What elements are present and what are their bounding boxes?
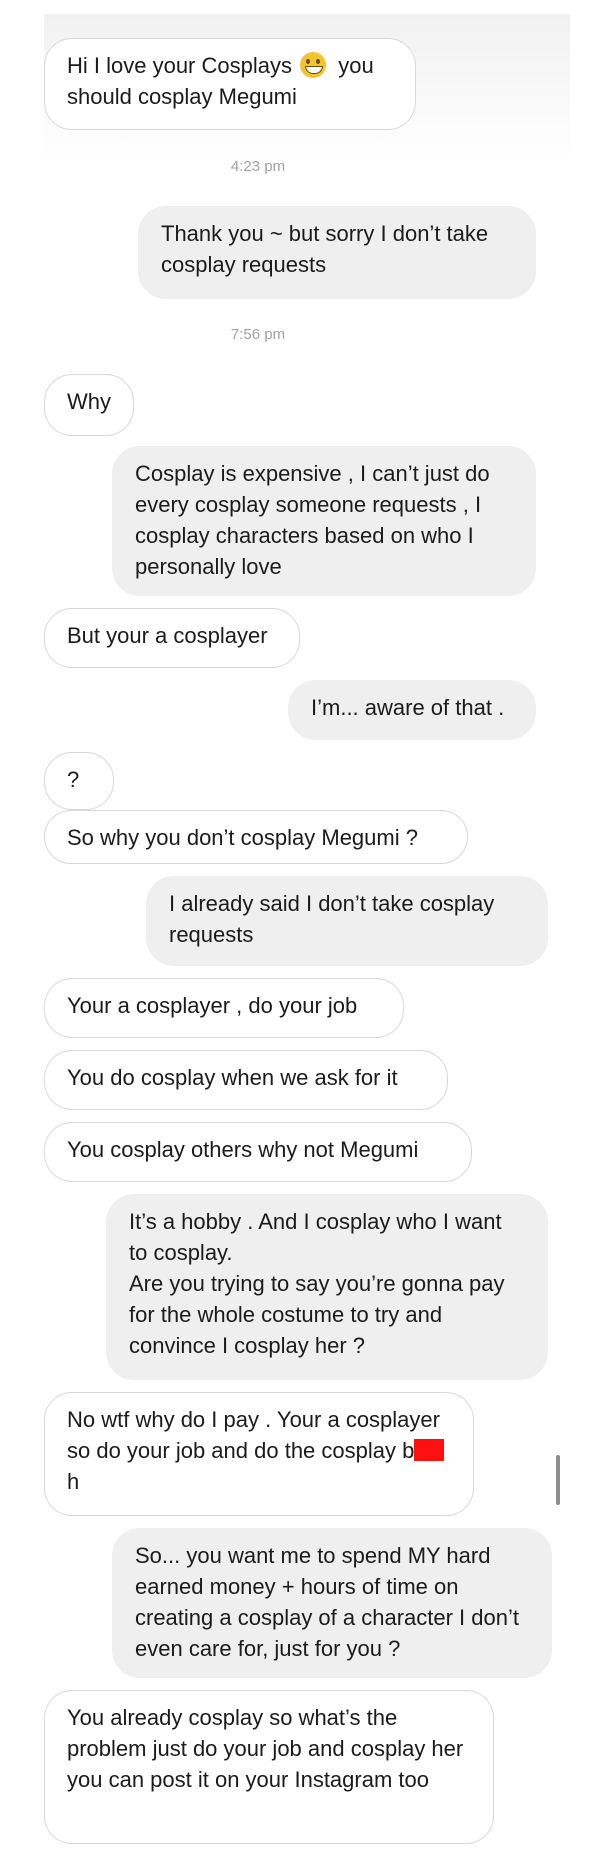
message-text: No wtf why do I pay . Your a cosplayer s… bbox=[67, 1407, 440, 1463]
timestamp: 7:56 pm bbox=[230, 326, 286, 343]
message-outgoing-7[interactable]: I’m... aware of that . bbox=[288, 680, 536, 740]
timestamp: 4:23 pm bbox=[230, 158, 286, 175]
message-text: h bbox=[67, 1469, 80, 1494]
message-incoming-8[interactable]: ? bbox=[44, 752, 114, 810]
message-text: Hi I love your Cosplays bbox=[67, 53, 299, 78]
message-incoming-6[interactable]: But your a cosplayer bbox=[44, 608, 300, 668]
message-incoming-1[interactable]: Hi I love your Cosplays you should cospl… bbox=[44, 38, 416, 130]
grinning-face-emoji-icon bbox=[300, 52, 327, 78]
message-incoming-13[interactable]: You cosplay others why not Megumi bbox=[44, 1122, 472, 1182]
message-outgoing-2[interactable]: Thank you ~ but sorry I don’t take cospl… bbox=[138, 206, 536, 299]
message-incoming-9[interactable]: So why you don’t cosplay Megumi ? bbox=[44, 810, 468, 864]
message-incoming-15[interactable]: No wtf why do I pay . Your a cosplayer s… bbox=[44, 1392, 474, 1516]
message-outgoing-16[interactable]: So... you want me to spend MY hard earne… bbox=[112, 1528, 552, 1678]
message-outgoing-5[interactable]: Cosplay is expensive , I can’t just do e… bbox=[112, 446, 536, 596]
message-outgoing-14[interactable]: It’s a hobby . And I cosplay who I want … bbox=[106, 1194, 548, 1380]
scrollbar[interactable] bbox=[556, 1455, 560, 1505]
message-outgoing-10[interactable]: I already said I don’t take cosplay requ… bbox=[146, 876, 548, 966]
message-incoming-11[interactable]: Your a cosplayer , do your job bbox=[44, 978, 404, 1038]
message-incoming-12[interactable]: You do cosplay when we ask for it bbox=[44, 1050, 448, 1110]
message-incoming-4[interactable]: Why bbox=[44, 374, 134, 436]
message-incoming-17[interactable]: You already cosplay so what’s the proble… bbox=[44, 1690, 494, 1844]
redaction-mark bbox=[414, 1439, 445, 1461]
